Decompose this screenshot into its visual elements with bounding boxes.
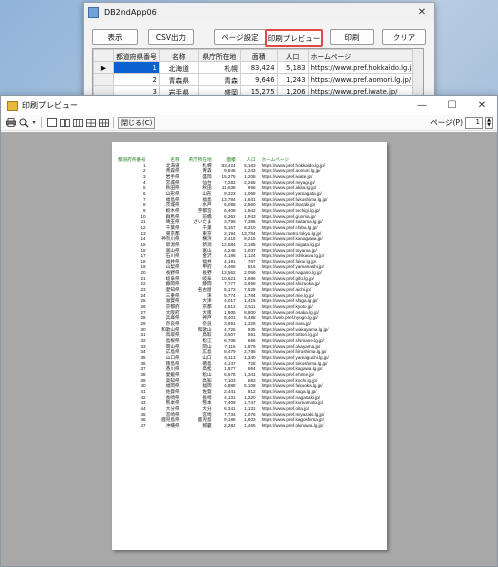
grid-header[interactable]: ホームページ bbox=[307, 49, 423, 62]
preview-window-title: 印刷プレビュー bbox=[22, 101, 78, 110]
close-preview-button[interactable]: 閉じる(C) bbox=[118, 116, 156, 129]
grid-cell[interactable]: https://www.pref.hokkaido.lg.jp/ bbox=[307, 61, 423, 74]
grid-cell[interactable]: 1,243 bbox=[276, 73, 309, 86]
grid-cell[interactable]: 83,424 bbox=[239, 61, 278, 74]
grid-header[interactable]: 名称 bbox=[158, 49, 199, 62]
display-button[interactable]: 表示 bbox=[92, 29, 138, 45]
report-cell: https://www.pref.shimane.lg.jp/ bbox=[261, 338, 324, 343]
grid-header[interactable]: 人口 bbox=[276, 49, 309, 62]
report-cell: 那覇 bbox=[202, 422, 212, 428]
grid-cell[interactable]: 札幌 bbox=[197, 61, 241, 74]
report-body: 1 北海道 札幌 83,424 5,183 https://www.pref.hokkai… bbox=[118, 163, 329, 429]
report-cell: https://www.pref.yamaguchi.lg.jp/ bbox=[261, 354, 329, 360]
clear-button[interactable]: クリア bbox=[382, 29, 426, 45]
four-page-icon[interactable] bbox=[85, 118, 96, 128]
page-selector: ページ(P) 1 ▲ ▼ bbox=[430, 116, 497, 129]
grid-corner-cell bbox=[93, 49, 115, 62]
grid-header[interactable]: 県庁所在地 bbox=[197, 49, 241, 62]
grid-cell[interactable]: 青森 bbox=[197, 73, 241, 86]
print-preview-button[interactable]: 印刷プレビュー bbox=[265, 29, 323, 47]
grid-row[interactable]: 2 青森県 青森 9,646 1,243 https://www.pref.ao… bbox=[93, 73, 423, 86]
report-cell: https://www.pref.niigata.lg.jp/ bbox=[261, 241, 321, 247]
six-page-icon[interactable] bbox=[98, 118, 109, 128]
csv-export-button[interactable]: CSV出力 bbox=[148, 29, 194, 45]
minimize-icon[interactable]: — bbox=[407, 100, 437, 111]
grid-header[interactable]: 面積 bbox=[239, 49, 278, 62]
zoom-dropdown-chevron-down-icon[interactable]: ▾ bbox=[31, 118, 37, 128]
maximize-icon[interactable]: ☐ bbox=[437, 100, 467, 111]
grid-cell[interactable]: 9,646 bbox=[239, 73, 278, 86]
grid-cell[interactable]: 5,183 bbox=[276, 61, 309, 74]
report-cell: https://www.pref.nagano.lg.jp/ bbox=[261, 270, 322, 276]
one-page-icon[interactable] bbox=[46, 118, 57, 128]
grid-vertical-scrollbar[interactable] bbox=[412, 49, 423, 99]
grid-row[interactable]: ▶ 1 北海道 札幌 83,424 5,183 https://www.pref… bbox=[93, 61, 423, 74]
grid-header-row: 都道府県番号 名称 県庁所在地 面積 人口 ホームページ bbox=[93, 49, 423, 62]
main-app-window: DB2ndApp06 ✕ 表示 CSV出力 ページ設定 印刷プレビュー 印刷 ク… bbox=[83, 2, 435, 100]
report-cell: https://www.pref.okinawa.lg.jp/ bbox=[261, 422, 324, 428]
three-page-icon[interactable] bbox=[72, 118, 83, 128]
report-cell: https://www.pref.yamagata.jp/ bbox=[261, 190, 322, 196]
print-button[interactable]: 印刷 bbox=[330, 29, 374, 45]
preview-canvas[interactable]: 都道府県番号 名称 県庁所在地 面積 人口 ホームページ 1 北海道 札幌 83,42… bbox=[1, 132, 497, 566]
two-page-icon[interactable] bbox=[59, 118, 70, 128]
printer-icon[interactable] bbox=[5, 118, 16, 128]
page-number-input[interactable]: 1 bbox=[465, 116, 483, 129]
page-spinner[interactable]: ▲ ▼ bbox=[485, 116, 493, 129]
report-cell: 沖縄県 bbox=[165, 422, 180, 428]
print-preview-window: 印刷プレビュー — ☐ ✕ ▾ 閉じる(C) ページ(P) 1 ▲ ▼ 都道府県… bbox=[0, 95, 498, 567]
report-cell: 1,465 bbox=[244, 422, 256, 428]
preview-app-icon bbox=[7, 100, 18, 111]
report-cell: https://www.pref.ishikawa.lg.jp/ bbox=[261, 253, 325, 259]
close-icon[interactable]: ✕ bbox=[467, 100, 497, 111]
report-cell: https://www.pref.chiba.lg.jp/ bbox=[261, 224, 318, 230]
report-cell: 47 bbox=[140, 422, 146, 428]
data-grid[interactable]: 都道府県番号 名称 県庁所在地 面積 人口 ホームページ ▶ 1 北海道 札幌 … bbox=[92, 48, 424, 100]
grid-cell[interactable]: 2 bbox=[113, 73, 160, 86]
preview-titlebar[interactable]: 印刷プレビュー — ☐ ✕ bbox=[1, 96, 497, 115]
current-row-marker: ▶ bbox=[93, 61, 115, 74]
report-table: 都道府県番号 名称 県庁所在地 面積 人口 ホームページ 1 北海道 札幌 83,42… bbox=[118, 157, 329, 429]
close-icon[interactable]: ✕ bbox=[410, 7, 434, 18]
report-cell: https://www.pref.kagoshima.jp/ bbox=[261, 417, 324, 423]
main-app-title: DB2ndApp06 bbox=[104, 7, 157, 17]
app-icon bbox=[88, 6, 99, 18]
report-cell: https://www.pref.kanagawa.jp/ bbox=[261, 236, 323, 242]
report-cell: 2,282 bbox=[224, 422, 236, 428]
report-cell: https://www.pref.tochigi.lg.jp/ bbox=[261, 207, 320, 213]
report-header-no: 都道府県番号 bbox=[118, 157, 146, 162]
toolbar-separator bbox=[113, 117, 114, 128]
zoom-icon[interactable] bbox=[18, 118, 29, 128]
grid-header[interactable]: 都道府県番号 bbox=[113, 49, 160, 62]
grid-cell[interactable]: 1 bbox=[113, 61, 160, 74]
page-setup-button[interactable]: ページ設定 bbox=[214, 29, 266, 45]
preview-page: 都道府県番号 名称 県庁所在地 面積 人口 ホームページ 1 北海道 札幌 83,42… bbox=[112, 142, 387, 550]
grid-cell[interactable]: 北海道 bbox=[158, 61, 199, 74]
grid-cell[interactable]: 青森県 bbox=[158, 73, 199, 86]
page-label: ページ(P) bbox=[430, 118, 463, 127]
toolbar-separator bbox=[41, 117, 42, 128]
row-header[interactable] bbox=[93, 73, 115, 86]
preview-toolbar: ▾ 閉じる(C) ページ(P) 1 ▲ ▼ bbox=[1, 115, 497, 131]
grid-cell[interactable]: https://www.pref.aomori.lg.jp/ bbox=[307, 73, 423, 86]
report-row: 47 沖縄県 那覇 2,282 1,465 https://www.pref.okinaw… bbox=[118, 423, 329, 429]
main-app-titlebar[interactable]: DB2ndApp06 ✕ bbox=[84, 3, 434, 21]
